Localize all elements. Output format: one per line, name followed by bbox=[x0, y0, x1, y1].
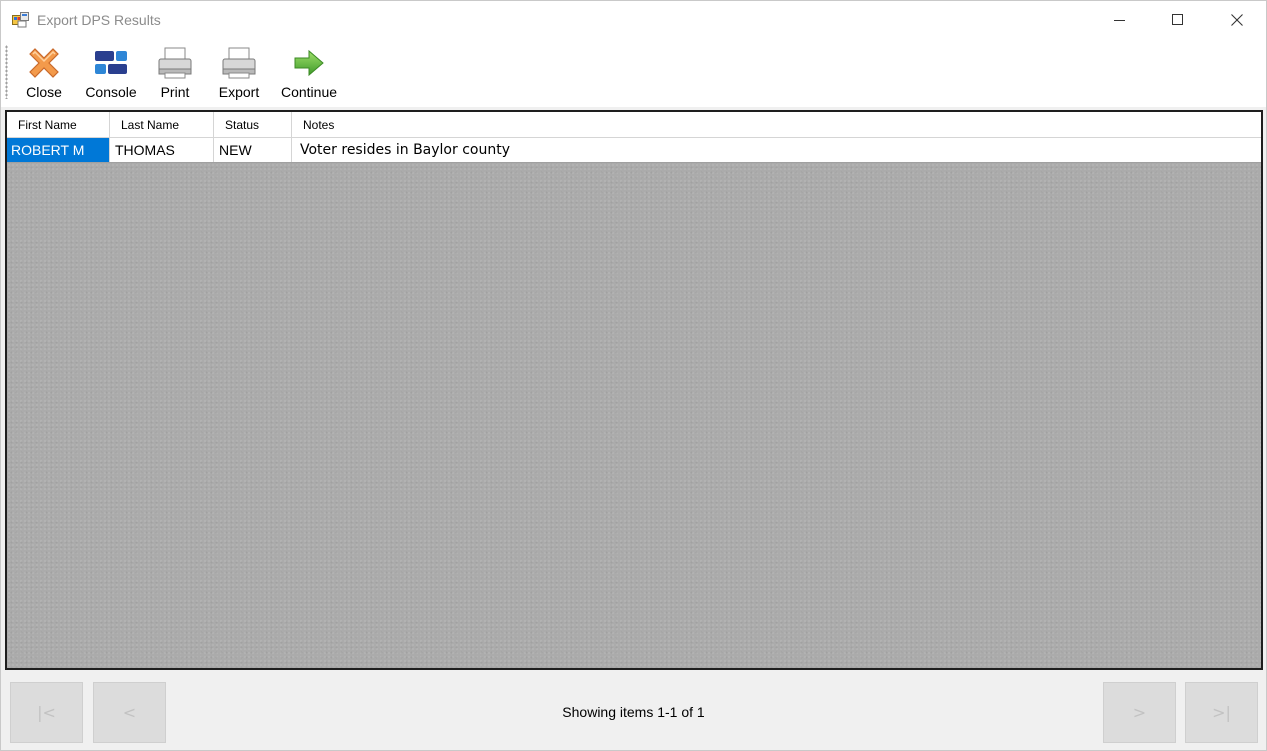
export-button[interactable]: Export bbox=[214, 43, 264, 105]
pagination-status: Showing items 1-1 of 1 bbox=[562, 704, 705, 720]
close-x-icon bbox=[24, 43, 64, 83]
maximize-button[interactable] bbox=[1149, 1, 1207, 39]
close-button[interactable]: Close bbox=[21, 43, 67, 105]
maximize-icon bbox=[1172, 14, 1183, 25]
column-header-last-name[interactable]: Last Name bbox=[110, 112, 214, 138]
export-dps-results-window: Export DPS Results Close Console Print E… bbox=[0, 0, 1267, 751]
minimize-button[interactable] bbox=[1091, 1, 1149, 39]
column-header-notes[interactable]: Notes bbox=[292, 112, 1261, 138]
print-button-label: Print bbox=[160, 84, 190, 100]
cell-status[interactable]: NEW bbox=[214, 138, 292, 162]
toolbar: Close Console Print Export Continue bbox=[1, 39, 1266, 107]
close-icon bbox=[1231, 14, 1243, 26]
app-icon bbox=[12, 12, 29, 28]
results-grid[interactable]: First Name Last Name Status Notes ROBERT… bbox=[5, 110, 1263, 670]
console-button-label: Console bbox=[85, 84, 137, 100]
window-title: Export DPS Results bbox=[37, 12, 161, 28]
close-button-label: Close bbox=[26, 84, 62, 100]
continue-button-label: Continue bbox=[280, 84, 338, 100]
cell-last-name[interactable]: THOMAS bbox=[110, 138, 214, 162]
column-header-first-name[interactable]: First Name bbox=[7, 112, 110, 138]
table-row[interactable]: ROBERT M THOMAS NEW Voter resides in Bay… bbox=[7, 138, 1261, 163]
print-button[interactable]: Print bbox=[153, 43, 197, 105]
toolbar-grip[interactable] bbox=[5, 45, 8, 99]
next-page-button[interactable]: > bbox=[1103, 682, 1176, 743]
arrow-right-icon bbox=[289, 43, 329, 83]
cell-first-name[interactable]: ROBERT M bbox=[7, 138, 110, 162]
last-page-icon: >| bbox=[1212, 703, 1231, 722]
console-button[interactable]: Console bbox=[81, 43, 141, 105]
cell-notes[interactable]: Voter resides in Baylor county bbox=[292, 138, 1261, 162]
export-printer-icon bbox=[219, 43, 259, 83]
printer-icon bbox=[155, 43, 195, 83]
column-header-status[interactable]: Status bbox=[214, 112, 292, 138]
next-page-icon: > bbox=[1132, 703, 1147, 722]
minimize-icon bbox=[1114, 20, 1125, 21]
grid-empty-area bbox=[7, 163, 1261, 668]
last-page-button[interactable]: >| bbox=[1185, 682, 1258, 743]
grid-header: First Name Last Name Status Notes bbox=[7, 112, 1261, 138]
title-bar: Export DPS Results bbox=[1, 1, 1266, 39]
console-icon bbox=[91, 43, 131, 83]
continue-button[interactable]: Continue bbox=[275, 43, 343, 105]
export-button-label: Export bbox=[218, 84, 260, 100]
window-close-button[interactable] bbox=[1208, 1, 1266, 39]
